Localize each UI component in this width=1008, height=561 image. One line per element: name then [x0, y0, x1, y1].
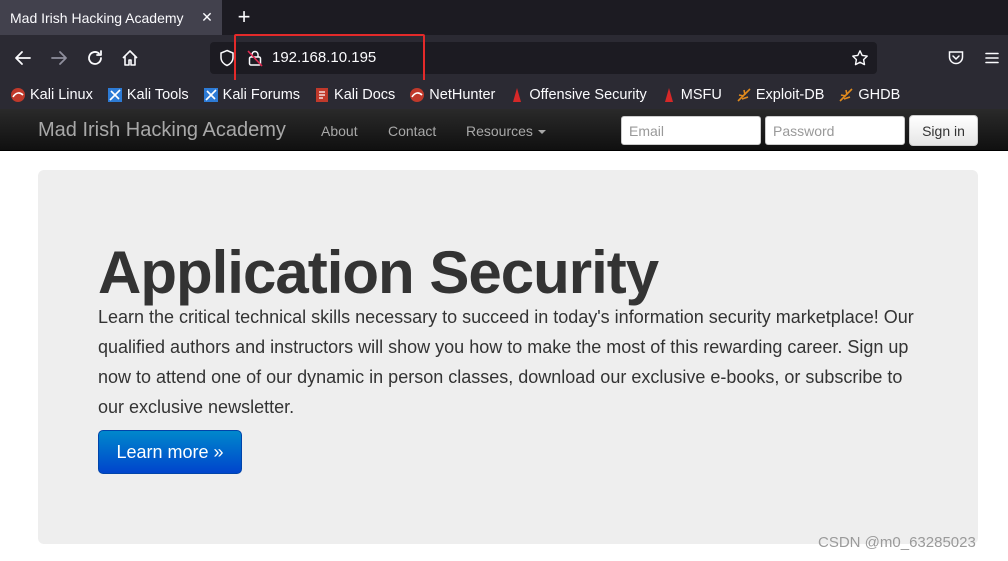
forward-button[interactable]: [45, 44, 73, 72]
bookmark-ghdb[interactable]: GHDB: [838, 87, 900, 103]
bookmark-msfu[interactable]: MSFU: [661, 87, 722, 103]
email-field[interactable]: [621, 116, 761, 145]
home-button[interactable]: [116, 44, 144, 72]
nav-dropdown-resources[interactable]: Resources: [466, 123, 546, 139]
tab-title: Mad Irish Hacking Academy: [10, 9, 184, 26]
site-navbar: Mad Irish Hacking Academy About Contact …: [0, 109, 1008, 151]
kali-icon: [11, 87, 25, 102]
nav-link-about[interactable]: About: [321, 123, 358, 139]
bookmark-offensive-security[interactable]: Offensive Security: [509, 87, 647, 103]
reload-icon: [88, 50, 102, 65]
hamburger-menu-icon: [985, 52, 999, 64]
learn-more-button[interactable]: Learn more »: [98, 430, 242, 474]
web-page: Mad Irish Hacking Academy About Contact …: [0, 109, 1008, 561]
bookmark-star-icon[interactable]: [851, 49, 869, 67]
close-tab-icon[interactable]: ✕: [198, 8, 216, 26]
shield-icon[interactable]: [218, 49, 236, 67]
tab-bar: Mad Irish Hacking Academy ✕ +: [0, 0, 1008, 35]
app-menu-button[interactable]: [978, 44, 1006, 72]
insecure-lock-icon[interactable]: [246, 49, 264, 67]
kali-docs-icon: [316, 87, 329, 102]
offsec-icon: [513, 87, 522, 102]
new-tab-button[interactable]: +: [232, 4, 256, 30]
pocket-icon: [948, 51, 964, 65]
watermark: CSDN @m0_63285023: [818, 534, 976, 551]
navigation-toolbar: 192.168.10.195: [0, 35, 1008, 80]
caret-down-icon: [537, 130, 546, 135]
bookmark-exploit-db[interactable]: Exploit-DB: [736, 87, 824, 103]
reload-button[interactable]: [81, 44, 109, 72]
bookmark-kali-docs[interactable]: Kali Docs: [314, 87, 395, 103]
hero-body: Learn the critical technical skills nece…: [98, 307, 914, 417]
arrow-left-icon: [15, 51, 31, 65]
bookmark-kali-forums[interactable]: Kali Forums: [203, 87, 300, 103]
site-brand[interactable]: Mad Irish Hacking Academy: [38, 119, 286, 142]
pocket-button[interactable]: [942, 44, 970, 72]
hero-unit: Application Security Learn the critical …: [38, 170, 978, 544]
bookmarks-toolbar: Kali Linux Kali Tools Kali Forums Kali D…: [0, 80, 1008, 109]
bookmark-kali-linux[interactable]: Kali Linux: [10, 87, 93, 103]
hero-heading: Application Security: [98, 239, 659, 306]
bookmark-kali-tools[interactable]: Kali Tools: [107, 87, 189, 103]
kali-tools-icon: [107, 87, 122, 102]
back-button[interactable]: [9, 44, 37, 72]
kali-forums-icon: [203, 87, 218, 102]
msfu-icon: [664, 87, 673, 102]
nav-link-contact[interactable]: Contact: [388, 123, 436, 139]
address-bar[interactable]: 192.168.10.195: [210, 42, 877, 74]
home-icon: [122, 50, 138, 66]
arrow-right-icon: [51, 51, 67, 65]
url-text[interactable]: 192.168.10.195: [272, 49, 376, 67]
password-field[interactable]: [765, 116, 905, 145]
sign-in-button[interactable]: Sign in: [909, 115, 978, 146]
bookmark-nethunter[interactable]: NetHunter: [409, 87, 495, 103]
exploitdb-icon: [737, 87, 751, 102]
browser-tab[interactable]: Mad Irish Hacking Academy ✕: [0, 0, 222, 35]
ghdb-icon: [839, 87, 853, 102]
nethunter-icon: [410, 87, 425, 102]
